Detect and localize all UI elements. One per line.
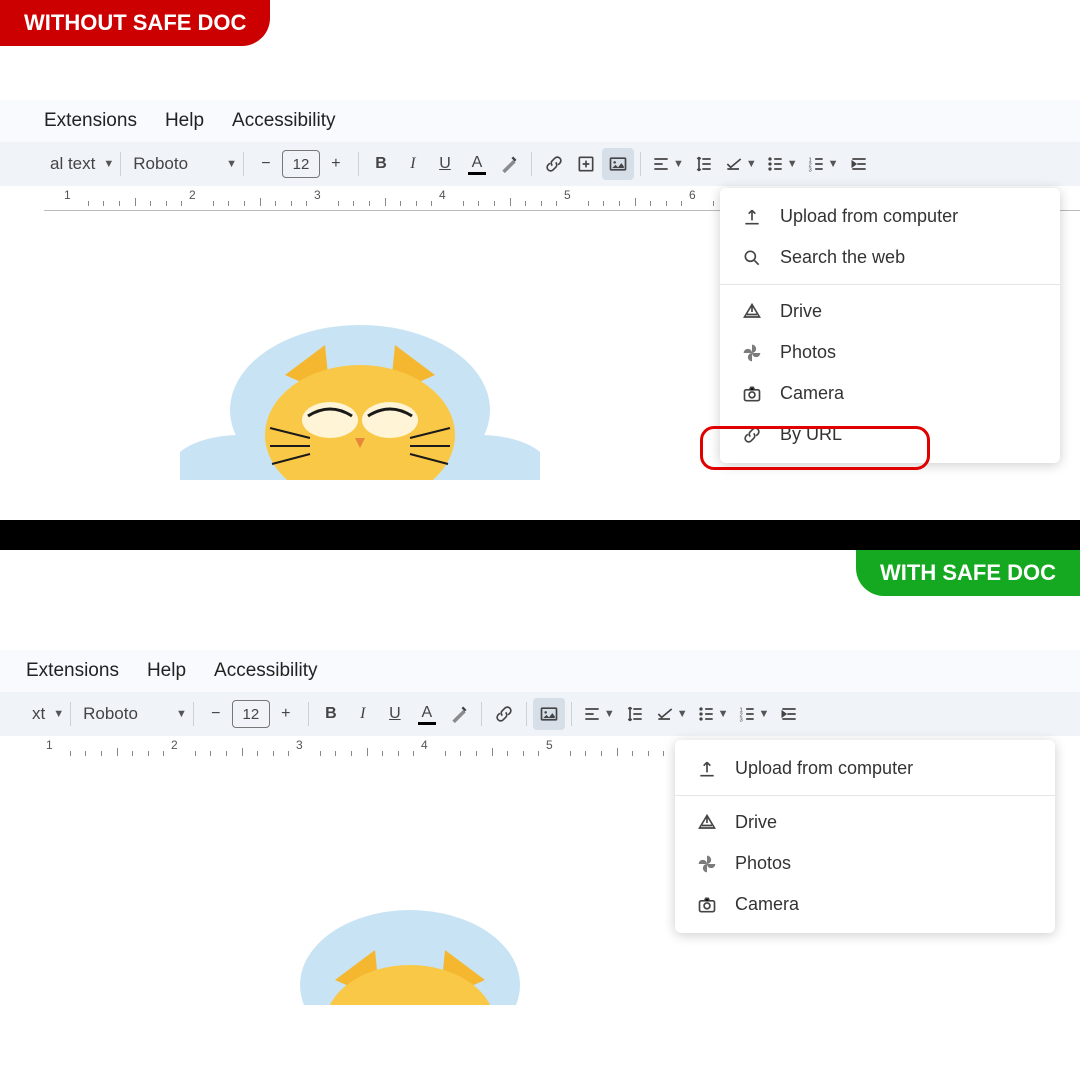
image-icon <box>608 154 628 174</box>
text-color-button[interactable]: A <box>411 698 443 730</box>
align-icon <box>651 154 671 174</box>
image-button[interactable] <box>602 148 634 180</box>
photos-icon <box>697 854 717 874</box>
checklist-icon <box>655 704 675 724</box>
highlight-button[interactable] <box>443 698 475 730</box>
comment-button[interactable] <box>570 148 602 180</box>
drive-icon <box>742 302 762 322</box>
menu-drive[interactable]: Drive <box>675 802 1055 843</box>
image-insert-menu: Upload from computer Search the web Driv… <box>720 188 1060 463</box>
menu-camera[interactable]: Camera <box>675 884 1055 925</box>
highlight-button[interactable] <box>493 148 525 180</box>
indent-icon <box>849 154 869 174</box>
drive-icon <box>697 813 717 833</box>
align-button[interactable]: ▼ <box>578 698 619 730</box>
plus-icon <box>576 154 596 174</box>
toolbar: al text▼ Roboto▼ − 12 + B I U A ▼ ▼ ▼ ▼ <box>0 142 1080 186</box>
photos-icon <box>742 343 762 363</box>
menu-photos[interactable]: Photos <box>720 332 1060 373</box>
numlist-icon <box>737 704 757 724</box>
highlight-icon <box>499 154 519 174</box>
bullets-button[interactable]: ▼ <box>761 148 802 180</box>
font-size-input[interactable]: 12 <box>282 150 320 178</box>
linespacing-button[interactable] <box>619 698 651 730</box>
image-icon <box>539 704 559 724</box>
indent-icon <box>779 704 799 724</box>
font-size-input[interactable]: 12 <box>232 700 270 728</box>
align-icon <box>582 704 602 724</box>
search-icon <box>742 248 762 268</box>
link-button[interactable] <box>488 698 520 730</box>
link-button[interactable] <box>538 148 570 180</box>
divider <box>0 520 1080 550</box>
menu-by-url[interactable]: By URL <box>720 414 1060 455</box>
chevron-down-icon: ▼ <box>103 158 114 170</box>
indent-button[interactable] <box>843 148 875 180</box>
chevron-down-icon: ▼ <box>53 708 64 720</box>
bullets-icon <box>696 704 716 724</box>
menu-drive[interactable]: Drive <box>720 291 1060 332</box>
style-dropdown[interactable]: al text <box>44 154 101 174</box>
highlight-icon <box>449 704 469 724</box>
menu-help[interactable]: Help <box>147 660 186 682</box>
underline-button[interactable]: U <box>379 698 411 730</box>
font-dropdown[interactable]: Roboto <box>77 704 144 724</box>
numlist-button[interactable]: ▼ <box>802 148 843 180</box>
menu-photos[interactable]: Photos <box>675 843 1055 884</box>
upload-icon <box>742 207 762 227</box>
menu-upload[interactable]: Upload from computer <box>720 196 1060 237</box>
bullets-button[interactable]: ▼ <box>692 698 733 730</box>
font-dropdown[interactable]: Roboto <box>127 154 194 174</box>
menu-accessibility[interactable]: Accessibility <box>232 110 335 132</box>
linespacing-icon <box>694 154 714 174</box>
font-increase[interactable]: + <box>320 148 352 180</box>
checklist-button[interactable]: ▼ <box>651 698 692 730</box>
menu-upload[interactable]: Upload from computer <box>675 748 1055 789</box>
menu-extensions[interactable]: Extensions <box>44 110 137 132</box>
menu-extensions[interactable]: Extensions <box>26 660 119 682</box>
link-icon <box>494 704 514 724</box>
menu-search-web[interactable]: Search the web <box>720 237 1060 278</box>
indent-button[interactable] <box>773 698 805 730</box>
image-insert-menu: Upload from computer Drive Photos Camera <box>675 740 1055 933</box>
menu-camera[interactable]: Camera <box>720 373 1060 414</box>
camera-icon <box>742 384 762 404</box>
bold-button[interactable]: B <box>315 698 347 730</box>
style-dropdown[interactable]: xt <box>26 704 51 724</box>
underline-button[interactable]: U <box>429 148 461 180</box>
cat-illustration <box>260 905 560 1005</box>
camera-icon <box>697 895 717 915</box>
menubar: Extensions Help Accessibility <box>0 100 1080 142</box>
align-button[interactable]: ▼ <box>647 148 688 180</box>
image-button[interactable] <box>533 698 565 730</box>
menu-help[interactable]: Help <box>165 110 204 132</box>
upload-icon <box>697 759 717 779</box>
numlist-button[interactable]: ▼ <box>733 698 774 730</box>
checklist-icon <box>724 154 744 174</box>
font-decrease[interactable]: − <box>200 698 232 730</box>
bullets-icon <box>765 154 785 174</box>
numlist-icon <box>806 154 826 174</box>
italic-button[interactable]: I <box>397 148 429 180</box>
badge-without: WITHOUT SAFE DOC <box>0 0 270 46</box>
font-decrease[interactable]: − <box>250 148 282 180</box>
chevron-down-icon: ▼ <box>176 708 187 720</box>
linespacing-button[interactable] <box>688 148 720 180</box>
menubar: Extensions Help Accessibility <box>0 650 1080 692</box>
toolbar: xt▼ Roboto▼ − 12 + B I U A ▼ ▼ ▼ ▼ <box>0 692 1080 736</box>
badge-with: WITH SAFE DOC <box>856 550 1080 596</box>
checklist-button[interactable]: ▼ <box>720 148 761 180</box>
bold-button[interactable]: B <box>365 148 397 180</box>
link-icon <box>544 154 564 174</box>
linespacing-icon <box>625 704 645 724</box>
cat-illustration <box>180 320 540 480</box>
link-icon <box>742 425 762 445</box>
chevron-down-icon: ▼ <box>226 158 237 170</box>
text-color-button[interactable]: A <box>461 148 493 180</box>
font-increase[interactable]: + <box>270 698 302 730</box>
menu-accessibility[interactable]: Accessibility <box>214 660 317 682</box>
italic-button[interactable]: I <box>347 698 379 730</box>
